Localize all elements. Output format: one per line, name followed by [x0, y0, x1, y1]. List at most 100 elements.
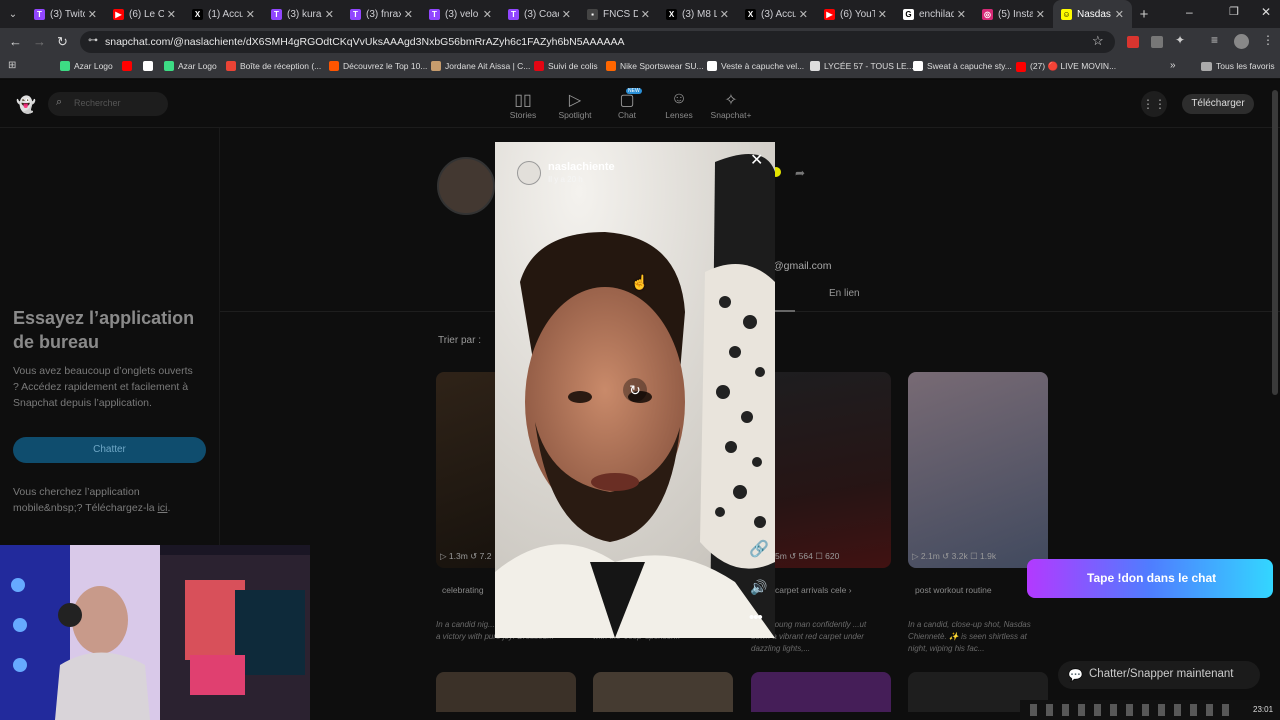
- bookmark-item[interactable]: Boîte de réception (...: [226, 61, 321, 71]
- download-link[interactable]: ici: [158, 502, 168, 514]
- minimize-button[interactable]: –: [1186, 5, 1193, 19]
- close-tab-icon[interactable]: ✕: [957, 8, 966, 21]
- new-tab-button[interactable]: +: [1132, 6, 1156, 23]
- tab[interactable]: ▶ (6) YouTu✕: [816, 0, 895, 28]
- maximize-button[interactable]: ❐: [1229, 5, 1239, 18]
- spotlight-card[interactable]: [751, 672, 891, 712]
- page-scrollbar[interactable]: [1272, 90, 1278, 395]
- media-controls-icon[interactable]: ≡: [1211, 33, 1218, 47]
- volume-icon[interactable]: 🔊: [750, 579, 767, 596]
- bookmark-item[interactable]: Découvrez le Top 10...: [329, 61, 427, 71]
- nav-chat[interactable]: ▢ Chat NEW: [602, 88, 652, 120]
- close-window-button[interactable]: ✕: [1261, 5, 1271, 19]
- close-tab-icon[interactable]: ✕: [562, 8, 571, 21]
- bookmark-item[interactable]: Nike Sportswear SU...: [606, 61, 704, 71]
- bookmark-item[interactable]: Suivi de colis: [534, 61, 598, 71]
- nav-lenses[interactable]: ☺ Lenses: [654, 90, 704, 120]
- tab[interactable]: ◎ (5) Insta ✕: [974, 0, 1053, 28]
- card-tag[interactable]: celebrating: [442, 585, 484, 595]
- snapchat-ghost-icon[interactable]: 👻: [16, 95, 36, 115]
- close-tab-icon[interactable]: ✕: [878, 8, 887, 21]
- close-tab-icon[interactable]: ✕: [167, 8, 176, 21]
- card-tag[interactable]: post workout routine: [915, 585, 992, 595]
- url-text[interactable]: snapchat.com/@naslachiente/dX6SMH4gRGOdt…: [105, 36, 625, 48]
- bookmark-item[interactable]: Azar Logo: [164, 61, 217, 71]
- profile-avatar[interactable]: [437, 157, 495, 215]
- extension-icon[interactable]: [1151, 36, 1163, 48]
- close-tab-icon[interactable]: ✕: [325, 8, 334, 21]
- snapchat-icon: ☺: [1061, 8, 1072, 20]
- apps-grid-icon[interactable]: ⋮⋮: [1141, 91, 1167, 117]
- copy-link-icon[interactable]: 🔗: [749, 539, 769, 559]
- bookmark-star-icon[interactable]: ☆: [1092, 33, 1104, 49]
- tab[interactable]: T (3) fnrax ✕: [342, 0, 421, 28]
- tab[interactable]: ☺ Nasdas ✕: [1053, 0, 1132, 28]
- close-tab-icon[interactable]: ✕: [1115, 8, 1124, 21]
- tab[interactable]: ▪ FNCS Dr✕: [579, 0, 658, 28]
- profile-avatar[interactable]: [1234, 34, 1249, 49]
- snap-header: 👻 ⌕ Rechercher ▯▯ Stories ▷ Spotlight ▢ …: [0, 80, 1280, 128]
- tab[interactable]: T (3) kuran✕: [263, 0, 342, 28]
- nav-snapchat-plus[interactable]: ✧ Snapchat+: [706, 90, 756, 120]
- spotlight-card[interactable]: [908, 372, 1048, 568]
- forward-icon[interactable]: →: [33, 34, 46, 49]
- tab-label: (6) YouTu: [840, 8, 875, 20]
- apps-grid-icon[interactable]: ⊞: [8, 60, 16, 71]
- search-input[interactable]: ⌕ Rechercher: [48, 92, 168, 116]
- replay-icon[interactable]: ↻: [623, 378, 647, 402]
- bookmark-item[interactable]: LYCÉE 57 - TOUS LE...: [810, 61, 914, 71]
- tab-search-button[interactable]: ⌄: [0, 0, 26, 28]
- extension-icon[interactable]: [1127, 36, 1139, 48]
- close-icon[interactable]: ✕: [750, 150, 763, 170]
- share-icon[interactable]: ➦: [795, 166, 805, 180]
- extensions-puzzle-icon[interactable]: ✦: [1175, 33, 1185, 47]
- bookmark-item[interactable]: (27) 🔴 LIVE MOVIN...: [1016, 61, 1116, 72]
- tab[interactable]: ▶ (6) Le Ch✕: [105, 0, 184, 28]
- address-bar[interactable]: ⊶ snapchat.com/@naslachiente/dX6SMH4gRGO…: [80, 31, 1115, 53]
- all-bookmarks[interactable]: Tous les favoris: [1201, 61, 1275, 71]
- close-tab-icon[interactable]: ✕: [1036, 8, 1045, 21]
- site-info-icon[interactable]: ⊶: [88, 35, 98, 46]
- download-button[interactable]: Télécharger: [1182, 94, 1254, 114]
- x-icon: X: [192, 8, 203, 20]
- bookmark-item[interactable]: Veste à capuche vel...: [707, 61, 804, 71]
- back-icon[interactable]: ←: [9, 34, 22, 49]
- close-tab-icon[interactable]: ✕: [799, 8, 808, 21]
- tab[interactable]: T (3) Coac ✕: [500, 0, 579, 28]
- close-tab-icon[interactable]: ✕: [720, 8, 729, 21]
- close-tab-icon[interactable]: ✕: [483, 8, 492, 21]
- spotlight-card[interactable]: [593, 672, 733, 712]
- story-username[interactable]: naslachiente: [548, 161, 615, 173]
- tab[interactable]: Genchilad ✕: [895, 0, 974, 28]
- browser-menu-icon[interactable]: ⋮: [1262, 33, 1274, 47]
- story-author-avatar[interactable]: [517, 161, 541, 185]
- chat-button[interactable]: Chatter: [13, 437, 206, 463]
- tab-related[interactable]: En lien: [829, 288, 860, 299]
- tab[interactable]: X (1) Accu ✕: [184, 0, 263, 28]
- bookmarks-overflow-icon[interactable]: »: [1170, 60, 1176, 71]
- nav-stories[interactable]: ▯▯ Stories: [498, 90, 548, 120]
- close-tab-icon[interactable]: ✕: [88, 8, 97, 21]
- card-tag[interactable]: carpet arrivals cele ›: [775, 585, 852, 595]
- bookmark-item[interactable]: [143, 61, 157, 71]
- reload-icon[interactable]: ↻: [57, 34, 68, 50]
- tab-label: (3) kuran: [287, 8, 322, 20]
- profile-email: @gmail.com: [773, 260, 832, 272]
- tab[interactable]: T (3) velo ✕: [421, 0, 500, 28]
- chat-now-button[interactable]: 💬 Chatter/Snapper maintenant: [1058, 661, 1260, 689]
- tab[interactable]: X (3) M8 L ✕: [658, 0, 737, 28]
- bookmark-item[interactable]: Sweat à capuche sty...: [913, 61, 1012, 71]
- close-tab-icon[interactable]: ✕: [641, 8, 650, 21]
- spotlight-card[interactable]: [436, 672, 576, 712]
- close-tab-icon[interactable]: ✕: [404, 8, 413, 21]
- tab[interactable]: T (3) Twitc ✕: [26, 0, 105, 28]
- nav-spotlight[interactable]: ▷ Spotlight: [550, 90, 600, 120]
- close-tab-icon[interactable]: ✕: [246, 8, 255, 21]
- tray-icons[interactable]: [1030, 704, 1230, 716]
- bookmark-item[interactable]: [122, 61, 136, 71]
- bookmark-item[interactable]: Jordane Ait Aissa | C...: [431, 61, 530, 71]
- more-options-icon[interactable]: •••: [749, 609, 763, 626]
- tab[interactable]: X (3) Accu ✕: [737, 0, 816, 28]
- story-viewer[interactable]: naslachiente Il y a 20 h ✕ ↻ 🔗 🔊 ••• ☝: [495, 142, 775, 638]
- bookmark-item[interactable]: Azar Logo: [60, 61, 113, 71]
